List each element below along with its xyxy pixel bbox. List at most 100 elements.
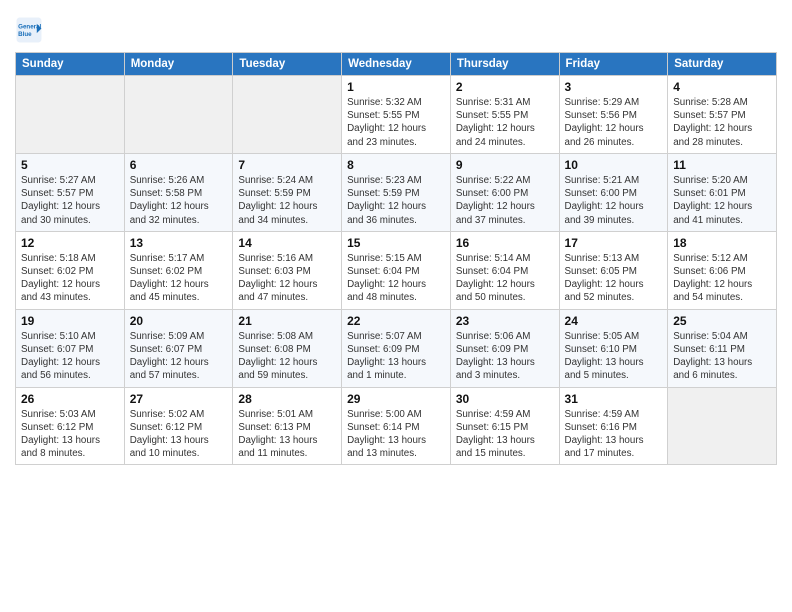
day-number: 24 [565, 314, 663, 328]
weekday-header-monday: Monday [124, 53, 233, 76]
weekday-header-wednesday: Wednesday [342, 53, 451, 76]
day-number: 25 [673, 314, 771, 328]
day-cell: 19 Sunrise: 5:10 AM Sunset: 6:07 PM Dayli… [16, 309, 125, 387]
day-cell: 2Sunrise: 5:31 AM Sunset: 5:55 PM Daylig… [450, 76, 559, 154]
day-cell: 24 Sunrise: 5:05 AM Sunset: 6:10 PM Dayli… [559, 309, 668, 387]
day-number: 1 [347, 80, 445, 94]
day-cell: 12 Sunrise: 5:18 AM Sunset: 6:02 PM Dayli… [16, 231, 125, 309]
day-number: 19 [21, 314, 119, 328]
day-number: 6 [130, 158, 228, 172]
day-info: Sunrise: 5:06 AM Sunset: 6:09 PM Dayligh… [456, 330, 554, 383]
day-cell: 29 Sunrise: 5:00 AM Sunset: 6:14 PM Dayli… [342, 387, 451, 465]
day-cell: 15 Sunrise: 5:15 AM Sunset: 6:04 PM Dayli… [342, 231, 451, 309]
day-info: Sunrise: 5:01 AM Sunset: 6:13 PM Dayligh… [238, 408, 336, 461]
day-info: Sunrise: 5:18 AM Sunset: 6:02 PM Dayligh… [21, 252, 119, 305]
day-number: 14 [238, 236, 336, 250]
day-cell [124, 76, 233, 154]
day-number: 8 [347, 158, 445, 172]
day-info: Sunrise: 5:28 AM Sunset: 5:57 PM Dayligh… [673, 96, 771, 149]
weekday-header-sunday: Sunday [16, 53, 125, 76]
day-info: Sunrise: 5:04 AM Sunset: 6:11 PM Dayligh… [673, 330, 771, 383]
day-number: 20 [130, 314, 228, 328]
day-cell: 11 Sunrise: 5:20 AM Sunset: 6:01 PM Dayli… [668, 153, 777, 231]
page: General Blue SundayMondayTuesdayWednesda… [0, 0, 792, 612]
day-number: 3 [565, 80, 663, 94]
day-number: 5 [21, 158, 119, 172]
day-info: Sunrise: 5:05 AM Sunset: 6:10 PM Dayligh… [565, 330, 663, 383]
day-cell: 22 Sunrise: 5:07 AM Sunset: 6:09 PM Dayli… [342, 309, 451, 387]
day-number: 11 [673, 158, 771, 172]
week-row-1: 1 Sunrise: 5:32 AM Sunset: 5:55 PM Daylig… [16, 76, 777, 154]
day-cell: 7 Sunrise: 5:24 AM Sunset: 5:59 PM Daylig… [233, 153, 342, 231]
day-info: Sunrise: 4:59 AM Sunset: 6:15 PM Dayligh… [456, 408, 554, 461]
day-info: Sunrise: 5:07 AM Sunset: 6:09 PM Dayligh… [347, 330, 445, 383]
day-info: Sunrise: 5:13 AM Sunset: 6:05 PM Dayligh… [565, 252, 663, 305]
weekday-header-thursday: Thursday [450, 53, 559, 76]
day-cell: 8 Sunrise: 5:23 AM Sunset: 5:59 PM Daylig… [342, 153, 451, 231]
day-info: Sunrise: 5:15 AM Sunset: 6:04 PM Dayligh… [347, 252, 445, 305]
logo-icon: General Blue [15, 16, 43, 44]
day-info: Sunrise: 5:22 AM Sunset: 6:00 PM Dayligh… [456, 174, 554, 227]
day-info: Sunrise: 5:03 AM Sunset: 6:12 PM Dayligh… [21, 408, 119, 461]
day-number: 23 [456, 314, 554, 328]
day-cell: 10 Sunrise: 5:21 AM Sunset: 6:00 PM Dayli… [559, 153, 668, 231]
day-info: Sunrise: 5:20 AM Sunset: 6:01 PM Dayligh… [673, 174, 771, 227]
day-number: 7 [238, 158, 336, 172]
week-row-4: 19 Sunrise: 5:10 AM Sunset: 6:07 PM Dayli… [16, 309, 777, 387]
day-info: Sunrise: 5:31 AM Sunset: 5:55 PM Dayligh… [456, 96, 554, 149]
day-number: 27 [130, 392, 228, 406]
week-row-3: 12 Sunrise: 5:18 AM Sunset: 6:02 PM Dayli… [16, 231, 777, 309]
day-number: 17 [565, 236, 663, 250]
day-info: Sunrise: 5:21 AM Sunset: 6:00 PM Dayligh… [565, 174, 663, 227]
day-cell: 9 Sunrise: 5:22 AM Sunset: 6:00 PM Daylig… [450, 153, 559, 231]
weekday-header-row: SundayMondayTuesdayWednesdayThursdayFrid… [16, 53, 777, 76]
day-cell: 26Sunrise: 5:03 AM Sunset: 6:12 PM Dayli… [16, 387, 125, 465]
week-row-2: 5Sunrise: 5:27 AM Sunset: 5:57 PM Daylig… [16, 153, 777, 231]
day-info: Sunrise: 5:12 AM Sunset: 6:06 PM Dayligh… [673, 252, 771, 305]
day-number: 30 [456, 392, 554, 406]
day-info: Sunrise: 5:00 AM Sunset: 6:14 PM Dayligh… [347, 408, 445, 461]
day-number: 13 [130, 236, 228, 250]
weekday-header-tuesday: Tuesday [233, 53, 342, 76]
day-cell: 31 Sunrise: 4:59 AM Sunset: 6:16 PM Dayli… [559, 387, 668, 465]
calendar-table: SundayMondayTuesdayWednesdayThursdayFrid… [15, 52, 777, 465]
day-info: Sunrise: 5:02 AM Sunset: 6:12 PM Dayligh… [130, 408, 228, 461]
day-number: 4 [673, 80, 771, 94]
day-number: 10 [565, 158, 663, 172]
day-number: 15 [347, 236, 445, 250]
weekday-header-saturday: Saturday [668, 53, 777, 76]
day-number: 12 [21, 236, 119, 250]
day-number: 21 [238, 314, 336, 328]
day-cell [233, 76, 342, 154]
day-cell: 28 Sunrise: 5:01 AM Sunset: 6:13 PM Dayli… [233, 387, 342, 465]
day-info: Sunrise: 5:32 AM Sunset: 5:55 PM Dayligh… [347, 96, 445, 149]
day-number: 31 [565, 392, 663, 406]
day-cell: 30 Sunrise: 4:59 AM Sunset: 6:15 PM Dayli… [450, 387, 559, 465]
day-number: 28 [238, 392, 336, 406]
day-cell: 6Sunrise: 5:26 AM Sunset: 5:58 PM Daylig… [124, 153, 233, 231]
svg-text:Blue: Blue [18, 31, 32, 38]
weekday-header-friday: Friday [559, 53, 668, 76]
day-info: Sunrise: 5:08 AM Sunset: 6:08 PM Dayligh… [238, 330, 336, 383]
day-info: Sunrise: 4:59 AM Sunset: 6:16 PM Dayligh… [565, 408, 663, 461]
day-info: Sunrise: 5:10 AM Sunset: 6:07 PM Dayligh… [21, 330, 119, 383]
day-cell: 3 Sunrise: 5:29 AM Sunset: 5:56 PM Daylig… [559, 76, 668, 154]
day-info: Sunrise: 5:29 AM Sunset: 5:56 PM Dayligh… [565, 96, 663, 149]
day-cell: 25 Sunrise: 5:04 AM Sunset: 6:11 PM Dayli… [668, 309, 777, 387]
day-cell: 1 Sunrise: 5:32 AM Sunset: 5:55 PM Daylig… [342, 76, 451, 154]
week-row-5: 26Sunrise: 5:03 AM Sunset: 6:12 PM Dayli… [16, 387, 777, 465]
header: General Blue [15, 10, 777, 44]
day-number: 9 [456, 158, 554, 172]
logo: General Blue [15, 16, 47, 44]
day-cell: 4 Sunrise: 5:28 AM Sunset: 5:57 PM Daylig… [668, 76, 777, 154]
day-cell [668, 387, 777, 465]
day-cell: 20Sunrise: 5:09 AM Sunset: 6:07 PM Dayli… [124, 309, 233, 387]
day-cell: 18Sunrise: 5:12 AM Sunset: 6:06 PM Dayli… [668, 231, 777, 309]
day-cell: 5Sunrise: 5:27 AM Sunset: 5:57 PM Daylig… [16, 153, 125, 231]
day-number: 29 [347, 392, 445, 406]
day-info: Sunrise: 5:24 AM Sunset: 5:59 PM Dayligh… [238, 174, 336, 227]
day-cell [16, 76, 125, 154]
day-info: Sunrise: 5:23 AM Sunset: 5:59 PM Dayligh… [347, 174, 445, 227]
day-cell: 21 Sunrise: 5:08 AM Sunset: 6:08 PM Dayli… [233, 309, 342, 387]
day-number: 22 [347, 314, 445, 328]
